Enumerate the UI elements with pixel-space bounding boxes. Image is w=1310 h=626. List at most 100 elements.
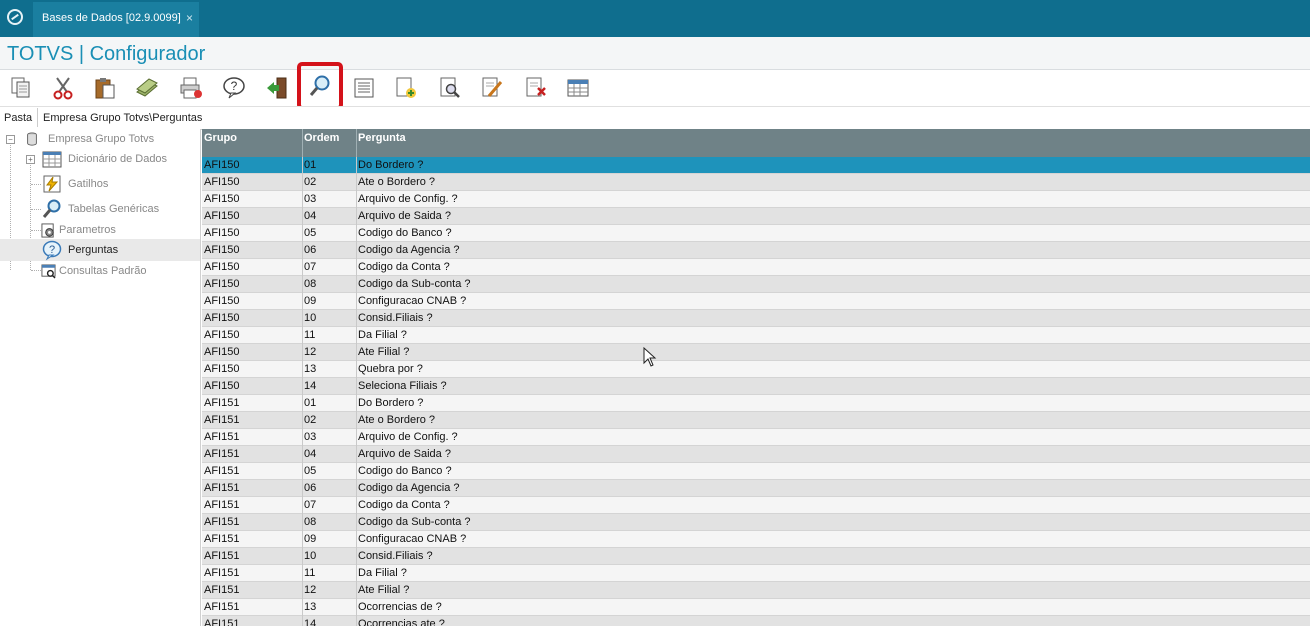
table-row[interactable]: AFI150 09 Configuracao CNAB ? [202, 293, 1310, 310]
column-header-pergunta[interactable]: Pergunta [358, 132, 406, 144]
tree-root[interactable]: Empresa Grupo Totvs [22, 129, 154, 149]
table-icon[interactable] [562, 73, 594, 103]
cell-pergunta: Consid.Filiais ? [358, 312, 433, 324]
table-row[interactable]: AFI150 02 Ate o Bordero ? [202, 174, 1310, 191]
tree-item-label: Dicionário de Dados [68, 153, 168, 165]
list-icon[interactable] [348, 73, 380, 103]
table-row[interactable]: AFI150 06 Codigo da Agencia ? [202, 242, 1310, 259]
table-row[interactable]: AFI150 11 Da Filial ? [202, 327, 1310, 344]
cell-divider [356, 429, 357, 446]
cell-grupo: AFI151 [204, 516, 240, 528]
cell-pergunta: Codigo do Banco ? [358, 227, 452, 239]
table-row[interactable]: AFI151 14 Ocorrencias ate ? [202, 616, 1310, 626]
cell-pergunta: Codigo da Agencia ? [358, 482, 460, 494]
table-row[interactable]: AFI150 05 Codigo do Banco ? [202, 225, 1310, 242]
table-row[interactable]: AFI151 04 Arquivo de Saida ? [202, 446, 1310, 463]
cell-ordem: 06 [304, 482, 317, 494]
tree-item-parametros[interactable]: Parametros [40, 220, 116, 240]
collapse-icon[interactable]: − [6, 135, 15, 144]
tree-item-gatilhos[interactable]: Gatilhos [42, 174, 108, 194]
cell-pergunta: Arquivo de Saida ? [358, 210, 451, 222]
table-row[interactable]: AFI150 13 Quebra por ? [202, 361, 1310, 378]
cell-ordem: 07 [304, 499, 317, 511]
tree-item-consultas[interactable]: Consultas Padrão [40, 261, 146, 281]
tree-item-tabelas-genericas[interactable]: Tabelas Genéricas [42, 199, 159, 219]
preview-icon[interactable] [434, 73, 466, 103]
table-row[interactable]: AFI151 05 Codigo do Banco ? [202, 463, 1310, 480]
cell-grupo: AFI151 [204, 397, 240, 409]
table-row[interactable]: AFI151 02 Ate o Bordero ? [202, 412, 1310, 429]
exit-icon[interactable] [261, 73, 293, 103]
path-field[interactable]: Empresa Grupo Totvs\Perguntas [37, 108, 1305, 127]
column-separator[interactable] [356, 129, 357, 157]
column-header-grupo[interactable]: Grupo [204, 132, 237, 144]
table-row[interactable]: AFI151 09 Configuracao CNAB ? [202, 531, 1310, 548]
cell-ordem: 13 [304, 601, 317, 613]
table-row[interactable]: AFI151 08 Codigo da Sub-conta ? [202, 514, 1310, 531]
table-row[interactable]: AFI150 14 Seleciona Filiais ? [202, 378, 1310, 395]
svg-text:?: ? [49, 244, 55, 256]
table-row[interactable]: AFI151 07 Codigo da Conta ? [202, 497, 1310, 514]
cell-grupo: AFI151 [204, 448, 240, 460]
edit-icon[interactable] [476, 73, 508, 103]
table-row[interactable]: AFI151 13 Ocorrencias de ? [202, 599, 1310, 616]
column-header-ordem[interactable]: Ordem [304, 132, 339, 144]
toolbar: ? [0, 62, 1310, 110]
lightning-icon [42, 174, 62, 194]
tab-bases-de-dados[interactable]: Bases de Dados [02.9.0099] × [33, 2, 199, 37]
table-row[interactable]: AFI151 06 Codigo da Agencia ? [202, 480, 1310, 497]
cell-pergunta: Do Bordero ? [358, 397, 424, 409]
cell-grupo: AFI150 [204, 210, 240, 222]
print-icon[interactable] [175, 73, 207, 103]
table-row[interactable]: AFI150 12 Ate Filial ? [202, 344, 1310, 361]
search-icon[interactable] [297, 62, 343, 110]
cell-divider [356, 327, 357, 344]
tree-item-dicionario[interactable]: Dicionário de Dados [42, 149, 167, 169]
table-row[interactable]: AFI150 03 Arquivo de Config. ? [202, 191, 1310, 208]
cell-ordem: 11 [304, 329, 316, 341]
table-row[interactable]: AFI150 10 Consid.Filiais ? [202, 310, 1310, 327]
cell-divider [356, 395, 357, 412]
cell-pergunta: Do Bordero ? [358, 159, 424, 171]
cell-grupo: AFI151 [204, 550, 240, 562]
cell-divider [356, 310, 357, 327]
cell-divider [302, 548, 303, 565]
cell-divider [356, 582, 357, 599]
money-icon[interactable] [131, 73, 163, 103]
table-row[interactable]: AFI151 03 Arquivo de Config. ? [202, 429, 1310, 446]
table-row[interactable]: AFI151 11 Da Filial ? [202, 565, 1310, 582]
copy-icon[interactable] [5, 73, 37, 103]
cell-ordem: 13 [304, 363, 317, 375]
column-separator[interactable] [302, 129, 303, 157]
expand-icon[interactable]: + [26, 155, 35, 164]
totvs-logo-icon[interactable] [7, 9, 23, 25]
help-icon[interactable]: ? [218, 73, 250, 103]
cell-pergunta: Da Filial ? [358, 329, 407, 341]
cut-icon[interactable] [47, 73, 79, 103]
table-row[interactable]: AFI150 01 Do Bordero ? [202, 157, 1310, 174]
cell-grupo: AFI151 [204, 431, 240, 443]
paste-icon[interactable] [89, 73, 121, 103]
table-row[interactable]: AFI150 04 Arquivo de Saida ? [202, 208, 1310, 225]
cell-pergunta: Arquivo de Saida ? [358, 448, 451, 460]
cell-pergunta: Ate o Bordero ? [358, 176, 436, 188]
table-row[interactable]: AFI151 12 Ate Filial ? [202, 582, 1310, 599]
cell-divider [356, 361, 357, 378]
add-icon[interactable] [390, 73, 422, 103]
cell-ordem: 01 [304, 159, 317, 171]
cell-pergunta: Consid.Filiais ? [358, 550, 433, 562]
query-icon [40, 261, 56, 281]
cell-pergunta: Codigo da Sub-conta ? [358, 516, 471, 528]
cell-ordem: 14 [304, 618, 317, 626]
cell-divider [356, 208, 357, 225]
table-row[interactable]: AFI151 01 Do Bordero ? [202, 395, 1310, 412]
table-row[interactable]: AFI150 07 Codigo da Conta ? [202, 259, 1310, 276]
tree-item-label: Perguntas [68, 244, 119, 256]
cell-pergunta: Arquivo de Config. ? [358, 431, 458, 443]
table-row[interactable]: AFI150 08 Codigo da Sub-conta ? [202, 276, 1310, 293]
cell-pergunta: Codigo da Sub-conta ? [358, 278, 471, 290]
table-row[interactable]: AFI151 10 Consid.Filiais ? [202, 548, 1310, 565]
tree-item-perguntas[interactable]: ? Perguntas [0, 239, 200, 261]
delete-icon[interactable] [520, 73, 552, 103]
close-icon[interactable]: × [186, 11, 193, 25]
